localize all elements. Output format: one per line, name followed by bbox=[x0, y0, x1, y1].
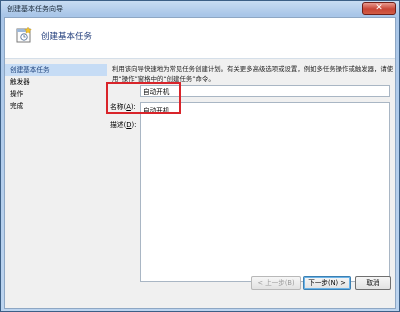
back-button[interactable]: < 上一步(B) bbox=[251, 276, 301, 290]
description-label: 描述(D): bbox=[110, 121, 137, 129]
page-title: 创建基本任务 bbox=[41, 32, 93, 42]
next-button[interactable]: 下一步(N) > bbox=[303, 276, 351, 290]
nav-step-action[interactable]: 操作 bbox=[5, 88, 107, 100]
cancel-button[interactable]: 取消 bbox=[355, 276, 391, 290]
nav-step-finish[interactable]: 完成 bbox=[5, 100, 107, 112]
wizard-step-nav: 创建基本任务 触发器 操作 完成 bbox=[5, 64, 107, 112]
nav-step-create-basic-task[interactable]: 创建基本任务 bbox=[5, 64, 107, 76]
wizard-window: 创建基本任务向导 ✕ 创建基本任务 创建基本任务 触发器 操作 完成 利用该向导… bbox=[0, 0, 400, 312]
wizard-description: 利用该向导快速地为常见任务创建计划。有关更多高级选项或设置，例如多任务操作或触发… bbox=[112, 65, 394, 83]
wizard-header: 创建基本任务 bbox=[5, 18, 395, 59]
name-input[interactable] bbox=[140, 85, 390, 97]
description-textarea[interactable]: 自动开机 bbox=[140, 102, 390, 282]
close-button[interactable]: ✕ bbox=[362, 2, 396, 15]
nav-step-trigger[interactable]: 触发器 bbox=[5, 76, 107, 88]
title-bar[interactable]: 创建基本任务向导 ✕ bbox=[1, 1, 399, 17]
window-title: 创建基本任务向导 bbox=[7, 5, 63, 13]
task-wizard-icon bbox=[16, 26, 32, 43]
name-label: 名称(A): bbox=[110, 103, 136, 111]
close-icon: ✕ bbox=[375, 3, 383, 13]
